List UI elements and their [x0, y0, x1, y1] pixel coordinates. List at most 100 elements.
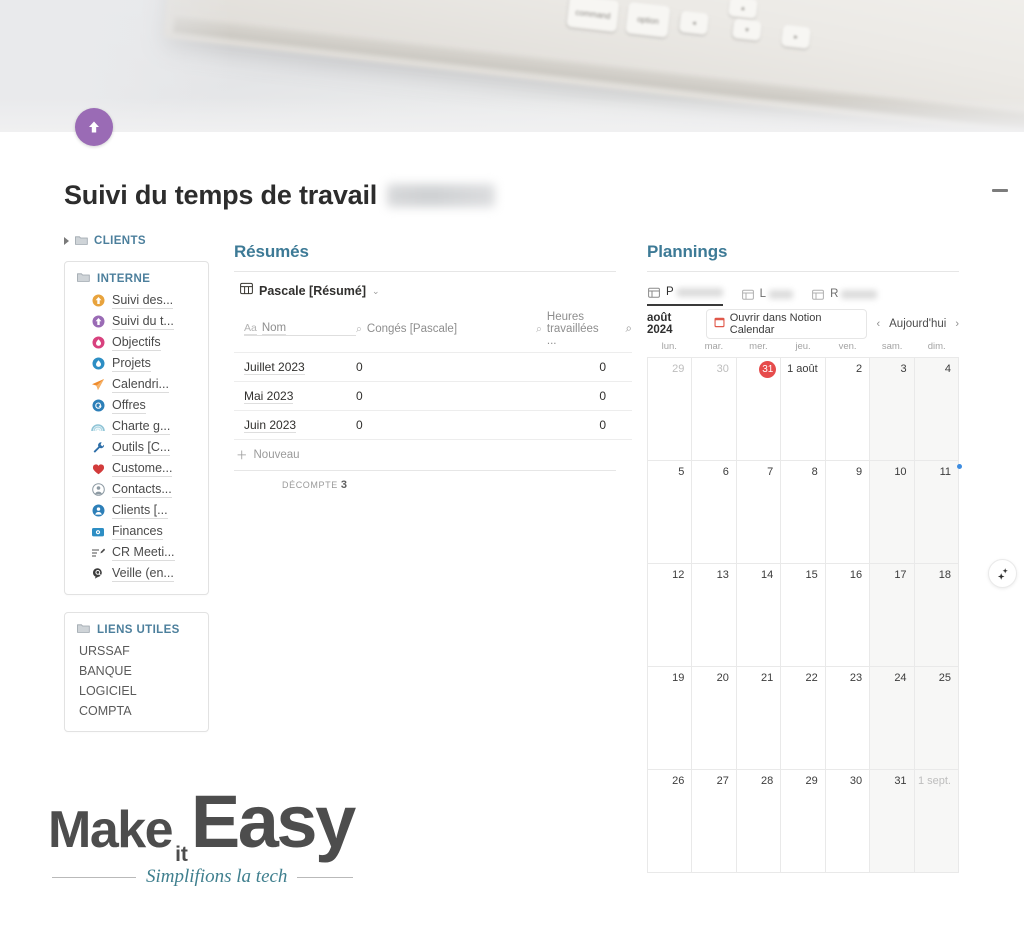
calendar-day-cell[interactable]: 21 [736, 667, 782, 770]
calendar-day-cell[interactable]: 31 [736, 358, 782, 461]
sidebar-item-compta[interactable]: COMPTA [77, 701, 198, 721]
calendar-day-cell[interactable]: 8 [781, 461, 826, 564]
column-header-nom[interactable]: Aa Nom [234, 307, 356, 353]
cell-conges[interactable]: 0 [356, 410, 536, 440]
open-in-notion-calendar-button[interactable]: Ouvrir dans Notion Calendar [705, 309, 868, 339]
calendar-day-cell[interactable]: 18 [914, 564, 959, 667]
sidebar-item-customer[interactable]: Custome... [77, 458, 198, 479]
sidebar-item-offres[interactable]: Offres [77, 395, 198, 416]
calendar-day-cell[interactable]: 31 [870, 770, 915, 873]
calendar-day-cell[interactable]: 30 [692, 358, 737, 461]
sidebar-item-suivi-du-temps[interactable]: Suivi du t... [77, 311, 198, 332]
calendar-day-cell[interactable]: 29 [648, 358, 693, 461]
chevron-right-icon[interactable]: › [955, 318, 959, 330]
minus-icon[interactable] [992, 189, 1008, 192]
up-arrow-circle-icon[interactable] [75, 108, 113, 146]
table-row[interactable]: Mai 2023 0 0 [234, 381, 632, 411]
cell-nom[interactable]: Mai 2023 [234, 381, 356, 411]
calendar-day-cell[interactable]: 5 [648, 461, 693, 564]
calendar-day-cell[interactable]: 22 [781, 667, 826, 770]
calendar-day-cell[interactable]: 27 [692, 770, 737, 873]
cell-heures[interactable]: 0 [536, 410, 612, 440]
calendar-day-cell[interactable]: 3 [870, 358, 915, 461]
person-circle-blue-icon [91, 504, 105, 518]
calendar-day-cell[interactable]: 7 [736, 461, 782, 564]
calendar-day-cell[interactable]: 16 [825, 564, 871, 667]
sidebar-item-charte-graphique[interactable]: Charte g... [77, 416, 198, 437]
tab-planning-l[interactable]: L [741, 287, 794, 306]
sidebar-item-urssaf[interactable]: URSSAF [77, 641, 198, 661]
calendar-day-cell[interactable]: 14 [736, 564, 782, 667]
cell-nom[interactable]: Juin 2023 [234, 410, 356, 440]
sparkle-icon[interactable] [988, 559, 1017, 588]
tab-planning-r[interactable]: R [811, 287, 878, 306]
calendar-day-number: 2 [856, 363, 863, 375]
sidebar-item-suivi-des[interactable]: Suivi des... [77, 290, 198, 311]
sidebar-item-cr-meeting[interactable]: CR Meeti... [77, 542, 198, 563]
calendar-day-cell[interactable]: 19 [648, 667, 693, 770]
calendar-day-cell[interactable]: 12 [648, 564, 693, 667]
calendar-day-cell[interactable]: 10 [870, 461, 915, 564]
calendar-day-cell[interactable]: 6 [692, 461, 737, 564]
sidebar-item-objectifs[interactable]: Objectifs [77, 332, 198, 353]
calendar-day-cell[interactable]: 1 août [781, 358, 826, 461]
cell-conges[interactable]: 0 [356, 352, 536, 382]
calendar-day-cell[interactable]: 11 [914, 461, 962, 564]
calendar-day-cell[interactable]: 15 [781, 564, 826, 667]
cell-heures[interactable]: 0 [536, 381, 612, 411]
tab-planning-p[interactable]: P [647, 285, 723, 306]
table-row[interactable]: Juin 2023 0 0 [234, 410, 632, 440]
chevron-left-icon[interactable]: ‹ [876, 318, 880, 330]
cell-heures[interactable]: 0 [536, 352, 612, 382]
calendar-day-number: 9 [856, 466, 863, 478]
calendar-day-number: 31 [894, 775, 907, 787]
sidebar-item-label: Suivi des... [112, 292, 174, 309]
sidebar-item-contacts[interactable]: Contacts... [77, 479, 198, 500]
calendar-day-cell[interactable]: 30 [825, 770, 871, 873]
sidebar-item-clients[interactable]: Clients [... [77, 500, 198, 521]
today-button[interactable]: Aujourd'hui [889, 318, 946, 330]
calendar-day-number: 29 [805, 775, 818, 787]
cell-conges[interactable]: 0 [356, 381, 536, 411]
up-arrow-circle-orange-icon [91, 294, 105, 308]
sidebar-item-banque[interactable]: BANQUE [77, 661, 198, 681]
database-title-row[interactable]: Pascale [Résumé] ⌄ [240, 282, 616, 300]
calendar-day-cell[interactable]: 24 [870, 667, 915, 770]
calendar-day-cell[interactable]: 20 [692, 667, 737, 770]
sidebar-item-outils[interactable]: Outils [C... [77, 437, 198, 458]
sidebar-item-logiciel[interactable]: LOGICIEL [77, 681, 198, 701]
calendar-red-icon [714, 317, 725, 331]
new-row-button[interactable]: ＋ Nouveau [234, 440, 616, 471]
column-label: Congés [Pascale] [366, 323, 458, 335]
column-header-extra[interactable]: ⌕ [612, 307, 632, 353]
calendar-day-cell[interactable]: 17 [870, 564, 915, 667]
resumes-section: Résumés Pascale [Résumé] ⌄ Aa Nom ⌕ Congés… [234, 242, 632, 491]
sidebar-item-projets[interactable]: Projets [77, 353, 198, 374]
sidebar-group-liens-utiles[interactable]: LIENS UTILES [77, 623, 198, 636]
cell-nom[interactable]: Juillet 2023 [234, 352, 356, 382]
table-row[interactable]: Juillet 2023 0 0 [234, 352, 632, 382]
column-header-heures[interactable]: ⌕ Heures travaillées ... [536, 307, 612, 353]
calendar-day-cell[interactable]: 28 [736, 770, 782, 873]
sidebar-group-interne[interactable]: INTERNE [77, 272, 198, 285]
resumes-table: Aa Nom ⌕ Congés [Pascale] ⌕ Heures travaill… [234, 307, 632, 440]
chevron-down-icon[interactable]: ⌄ [372, 286, 380, 297]
sidebar-item-finances[interactable]: Finances [77, 521, 198, 542]
calendar-day-cell[interactable]: 13 [692, 564, 737, 667]
calendar-day-cell[interactable]: 25 [914, 667, 959, 770]
caret-right-icon[interactable] [64, 237, 69, 245]
sidebar-item-calendrier[interactable]: Calendri... [77, 374, 198, 395]
calendar-day-cell[interactable]: 26 [648, 770, 693, 873]
calendar-day-cell[interactable]: 9 [825, 461, 871, 564]
sidebar-item-veille[interactable]: Veille (en... [77, 563, 198, 584]
key-option: option [625, 1, 671, 39]
calendar-day-cell[interactable]: 29 [781, 770, 826, 873]
calendar-day-cell[interactable]: 23 [825, 667, 871, 770]
calendar-day-cell[interactable]: 2 [825, 358, 871, 461]
row-count[interactable]: DÉCOMPTE 3 [234, 471, 616, 491]
sidebar-group-clients[interactable]: CLIENTS [64, 232, 209, 250]
section-divider [647, 271, 959, 272]
calendar-day-cell[interactable]: 1 sept. [914, 770, 959, 873]
calendar-day-cell[interactable]: 4 [914, 358, 959, 461]
column-header-conges[interactable]: ⌕ Congés [Pascale] [356, 307, 536, 353]
